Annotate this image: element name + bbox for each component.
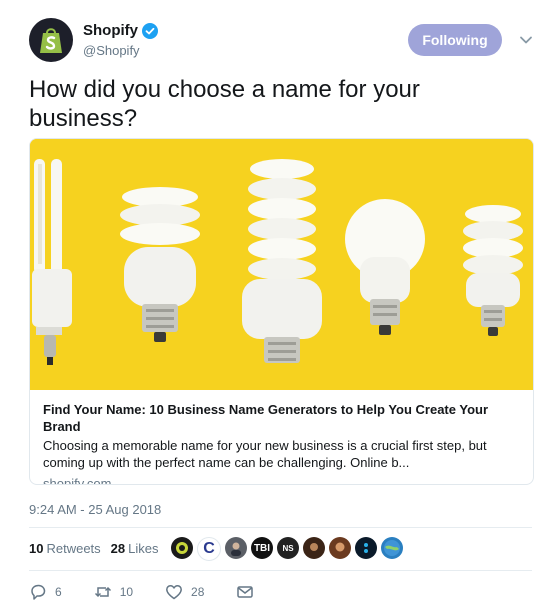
card-description: Choosing a memorable name for your new b… — [43, 438, 487, 470]
handle[interactable]: @Shopify — [83, 43, 158, 58]
message-icon — [237, 586, 254, 598]
retweets-label: Retweets — [46, 541, 101, 556]
retweet-action[interactable]: 10 — [94, 583, 133, 601]
like-icon — [166, 585, 182, 600]
liker-avatar[interactable]: C — [197, 537, 221, 561]
light-bulbs-image — [30, 139, 533, 390]
tweet: Shopify @Shopify Following How did you c… — [0, 0, 559, 615]
likers-avatars: C TBI NS — [171, 537, 403, 561]
retweet-icon — [94, 586, 111, 598]
like-action[interactable]: 28 — [165, 583, 204, 601]
liker-avatar[interactable]: TBI — [251, 537, 273, 559]
shopify-bag-icon — [40, 28, 62, 53]
following-button[interactable]: Following — [408, 24, 502, 56]
reply-icon — [31, 584, 46, 600]
liker-avatar[interactable] — [225, 537, 247, 559]
reply-action[interactable]: 6 — [29, 583, 62, 601]
divider-top — [29, 527, 532, 528]
retweets-count: 10 — [29, 541, 44, 556]
link-card[interactable]: Find Your Name: 10 Business Name Generat… — [29, 138, 534, 485]
verified-badge-icon — [142, 22, 158, 39]
card-image[interactable] — [30, 139, 533, 390]
divider-bottom — [29, 570, 532, 571]
display-name[interactable]: Shopify — [83, 22, 138, 39]
reply-count: 6 — [55, 585, 62, 599]
liker-avatar[interactable] — [381, 537, 403, 559]
liker-avatar[interactable] — [171, 537, 193, 559]
card-domain[interactable]: shopify.com — [43, 476, 523, 484]
tweet-actions: 6 10 28 — [29, 583, 286, 601]
likes-label: Likes — [128, 541, 159, 556]
retweet-count: 10 — [119, 585, 134, 599]
card-title[interactable]: Find Your Name: 10 Business Name Generat… — [43, 401, 523, 435]
card-body[interactable]: Find Your Name: 10 Business Name Generat… — [43, 401, 523, 484]
timestamp[interactable]: 9:24 AM - 25 Aug 2018 — [29, 502, 161, 517]
author-block[interactable]: Shopify @Shopify — [83, 22, 158, 58]
likes-stat[interactable]: 28 Likes — [111, 541, 159, 556]
avatar[interactable] — [29, 18, 73, 62]
liker-avatar[interactable] — [355, 537, 377, 559]
engagement-stats: 10 Retweets 28 Likes — [29, 541, 169, 556]
like-count: 28 — [191, 585, 205, 599]
liker-avatar[interactable]: NS — [277, 537, 299, 559]
message-action[interactable] — [236, 583, 254, 601]
retweets-stat[interactable]: 10 Retweets — [29, 541, 101, 556]
liker-avatar[interactable] — [303, 537, 325, 559]
liker-avatar[interactable] — [329, 537, 351, 559]
likes-count: 28 — [110, 541, 126, 556]
chevron-down-icon[interactable] — [519, 33, 533, 47]
tweet-text: How did you choose a name for your busin… — [29, 76, 420, 132]
